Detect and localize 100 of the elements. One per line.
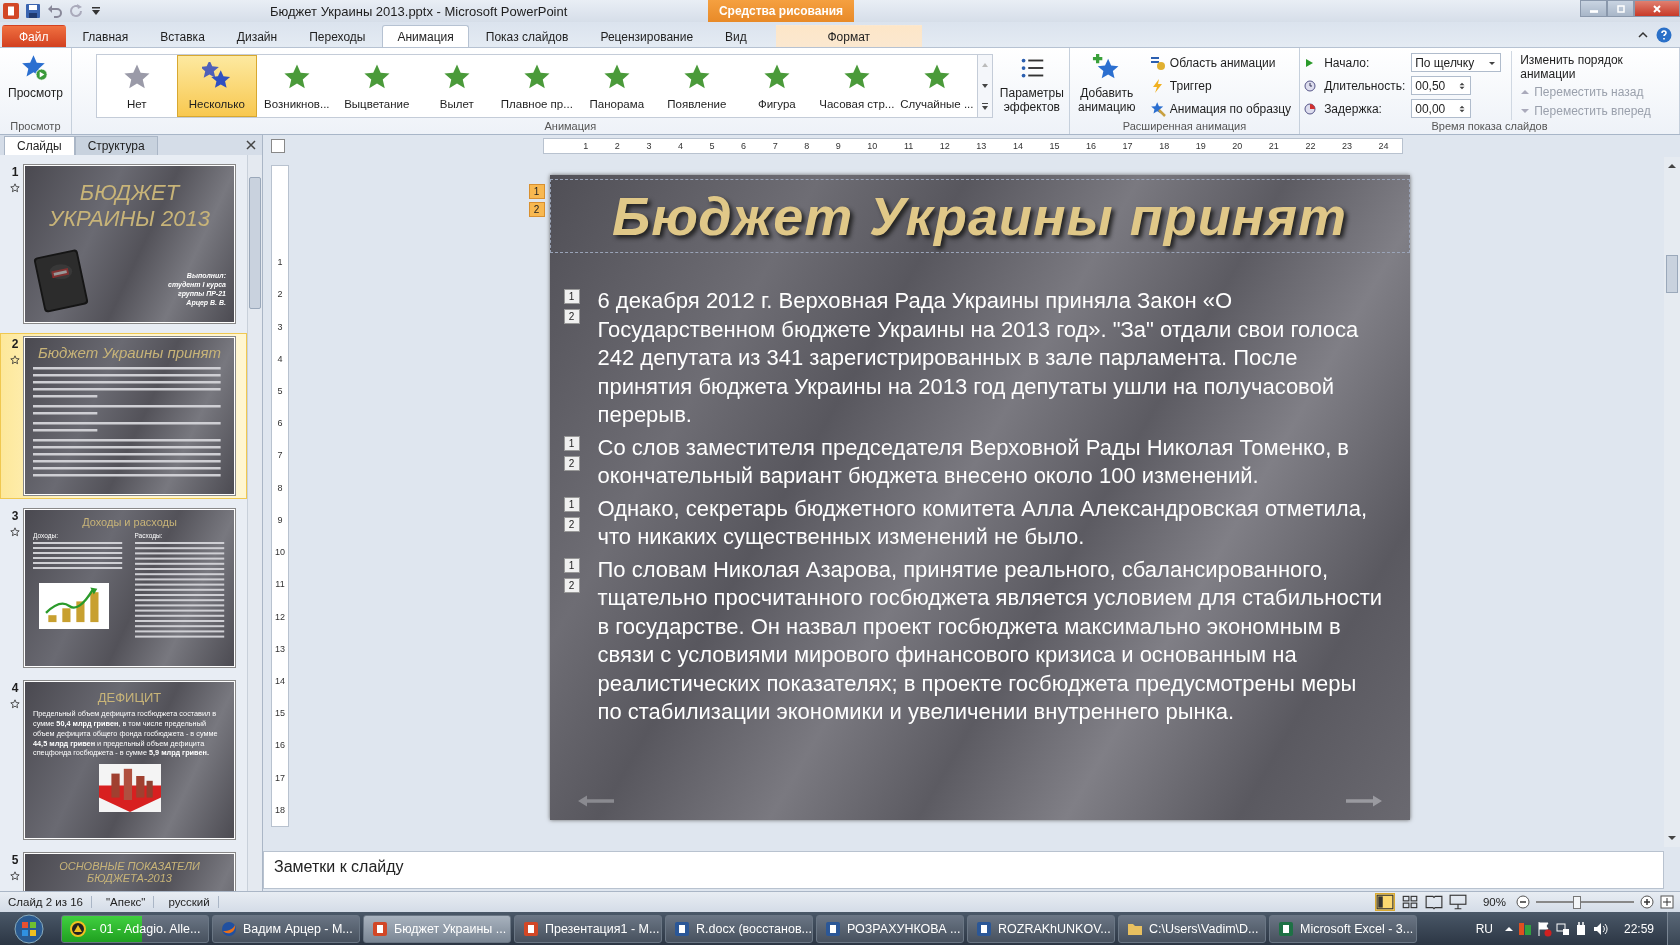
animation-marker[interactable]: 1 bbox=[528, 184, 545, 199]
maximize-button[interactable] bbox=[1607, 0, 1634, 17]
ribbon-tab[interactable]: Анимация bbox=[382, 25, 469, 47]
animation-star-icon bbox=[10, 183, 20, 193]
ribbon-tab[interactable]: Дизайн bbox=[221, 25, 293, 47]
ribbon-tab[interactable]: Показ слайдов bbox=[470, 25, 584, 47]
ribbon-tab[interactable]: Формат bbox=[775, 25, 922, 47]
animation-marker[interactable]: 2 bbox=[528, 202, 545, 217]
ruler-number: 14 bbox=[1012, 141, 1023, 151]
ruler-number: 5 bbox=[277, 386, 283, 396]
animation-option[interactable]: Возникнов... bbox=[256, 55, 337, 117]
expand-gallery-icon[interactable] bbox=[979, 101, 990, 112]
start-dropdown[interactable]: По щелчку bbox=[1411, 53, 1502, 72]
customize-caret-icon[interactable] bbox=[91, 6, 101, 16]
advanced-animation-button[interactable]: Триггер bbox=[1149, 77, 1292, 94]
animation-marker[interactable]: 1 bbox=[563, 557, 580, 573]
animation-marker[interactable]: 1 bbox=[563, 496, 580, 512]
undo-icon[interactable] bbox=[47, 3, 63, 19]
save-icon[interactable] bbox=[25, 3, 41, 19]
scrollbar[interactable] bbox=[247, 155, 262, 891]
taskbar-button[interactable]: Microsoft Excel - 3... bbox=[1269, 914, 1417, 943]
minimize-icon bbox=[1589, 9, 1598, 13]
advanced-animation-button[interactable]: Область анимации bbox=[1149, 54, 1292, 71]
maximize-icon bbox=[1615, 3, 1626, 14]
animation-option[interactable]: Панорама bbox=[576, 55, 657, 117]
help-icon[interactable] bbox=[1656, 26, 1672, 43]
slide-sorter-icon[interactable] bbox=[1400, 894, 1419, 910]
fit-to-window-icon[interactable] bbox=[1660, 895, 1674, 909]
taskbar-button[interactable]: Презентация1 - М... bbox=[514, 914, 662, 943]
zoom-level[interactable]: 90% bbox=[1482, 896, 1506, 908]
clock[interactable]: 22:59 bbox=[1623, 921, 1654, 936]
normal-view-icon[interactable] bbox=[1374, 893, 1395, 911]
slide-thumbnail[interactable] bbox=[24, 681, 235, 839]
ribbon-tab[interactable]: Главная bbox=[67, 25, 144, 47]
ribbon-tab[interactable]: Файл bbox=[2, 25, 66, 47]
slide-thumbnail-row[interactable]: 5 ОСНОВНЫЕ ПОКАЗАТЕЛИ БЮДЖЕТА-2013 bbox=[0, 849, 247, 891]
play-icon bbox=[1304, 57, 1315, 68]
ribbon-tab[interactable]: Рецензирование bbox=[585, 25, 709, 47]
close-button[interactable] bbox=[1634, 0, 1680, 17]
panel-tab[interactable]: Структура bbox=[74, 136, 158, 155]
animation-option[interactable]: Нет bbox=[96, 55, 177, 117]
animation-option[interactable]: Несколько bbox=[176, 55, 257, 117]
network-icon[interactable] bbox=[1554, 920, 1571, 937]
animation-marker[interactable]: 1 bbox=[563, 289, 580, 304]
ruler-number: 22 bbox=[1305, 141, 1316, 151]
animation-marker[interactable]: 2 bbox=[563, 455, 580, 471]
ribbon-tab[interactable]: Вставка bbox=[145, 25, 220, 47]
animation-option[interactable]: Выцветание bbox=[336, 55, 417, 117]
taskbar-button[interactable]: C:\Users\Vadim\D... bbox=[1118, 914, 1266, 943]
delay-spinner[interactable]: 00,00 bbox=[1411, 99, 1472, 118]
slide-paragraph: По словам Николая Азарова, принятие реального, сбалансированного, тщательно просчитанного госбюджета является условием для стабильности в государстве. Он назвал проект госбюджета максимально экономным в связи с условиями мирового финансового кризиса и основанным на реалистических показателях; в проекте госбюджета предусмотрены меры по стабилизации экономики и увеличении внутреннего рынка. bbox=[597, 555, 1383, 726]
animation-marker[interactable]: 2 bbox=[563, 516, 580, 532]
ruler-number: 12 bbox=[939, 141, 950, 151]
collapse-ribbon-icon[interactable] bbox=[1638, 29, 1648, 40]
animation-option[interactable]: Фигура bbox=[736, 55, 817, 117]
slide-number: 2 bbox=[11, 337, 19, 351]
language-indicator[interactable]: русский bbox=[160, 896, 219, 908]
slide-thumbnail-row[interactable]: 2 Бюджет Украины принят bbox=[0, 333, 247, 499]
minimize-button[interactable] bbox=[1580, 0, 1607, 17]
ribbon-tab[interactable]: Переходы bbox=[294, 25, 381, 47]
close-icon[interactable] bbox=[246, 140, 256, 150]
slideshow-icon[interactable] bbox=[1448, 894, 1467, 910]
animation-option[interactable]: Появление bbox=[656, 55, 737, 117]
taskbar-button[interactable]: ROZRAKhUNKOV... bbox=[967, 914, 1115, 943]
zoom-in-icon[interactable] bbox=[1640, 895, 1654, 909]
taskbar-button[interactable]: РОЗРАХУНКОВА ... bbox=[816, 914, 964, 943]
start-button[interactable] bbox=[14, 913, 44, 944]
animation-option[interactable]: Часовая стр... bbox=[816, 55, 897, 117]
animation-marker[interactable]: 2 bbox=[563, 577, 580, 593]
scroll-down-icon[interactable] bbox=[1667, 833, 1677, 843]
preview-button[interactable]: Просмотр bbox=[4, 51, 67, 120]
duration-spinner[interactable]: 00,50 bbox=[1411, 76, 1472, 95]
taskbar-button[interactable]: R.docx (восстанов... bbox=[665, 914, 813, 943]
animation-marker[interactable]: 2 bbox=[563, 309, 580, 324]
input-language[interactable]: RU bbox=[1475, 921, 1493, 936]
animation-option[interactable]: Плавное пр... bbox=[496, 55, 577, 117]
notes-field[interactable]: Заметки к слайду bbox=[263, 851, 1664, 889]
ruler-number: 24 bbox=[1378, 141, 1389, 151]
ribbon-tab[interactable]: Вид bbox=[710, 25, 762, 47]
action-center-icon[interactable] bbox=[1535, 920, 1552, 937]
panel-tab[interactable]: Слайды bbox=[4, 136, 75, 155]
animation-marker[interactable]: 1 bbox=[563, 435, 580, 451]
show-desktop-button[interactable] bbox=[1667, 912, 1680, 945]
add-animation-button[interactable]: Добавить анимацию bbox=[1073, 51, 1140, 120]
duration-label: Длительность: bbox=[1324, 78, 1406, 93]
tab-selector-icon[interactable] bbox=[271, 139, 285, 153]
powerpoint-logo-icon[interactable] bbox=[3, 3, 19, 19]
animation-option[interactable]: Вылет bbox=[416, 55, 497, 117]
app-icon bbox=[221, 920, 237, 937]
effect-options-button[interactable]: Параметры эффектов bbox=[998, 51, 1065, 120]
zoom-out-icon[interactable] bbox=[1516, 895, 1530, 909]
reading-view-icon[interactable] bbox=[1424, 894, 1443, 910]
animation-option[interactable]: Случайные ... bbox=[896, 55, 977, 117]
advanced-animation-button[interactable]: Анимация по образцу bbox=[1149, 100, 1292, 117]
thumbnail-title: Доходы и расходы bbox=[81, 516, 178, 528]
ruler-number: 4 bbox=[677, 141, 683, 151]
taskbar-button[interactable]: Вадим Арцер - М... bbox=[212, 914, 360, 943]
ruler-number: 11 bbox=[275, 579, 285, 590]
scroll-up-icon[interactable] bbox=[1667, 161, 1677, 171]
animation-pane-icon bbox=[1149, 54, 1166, 71]
